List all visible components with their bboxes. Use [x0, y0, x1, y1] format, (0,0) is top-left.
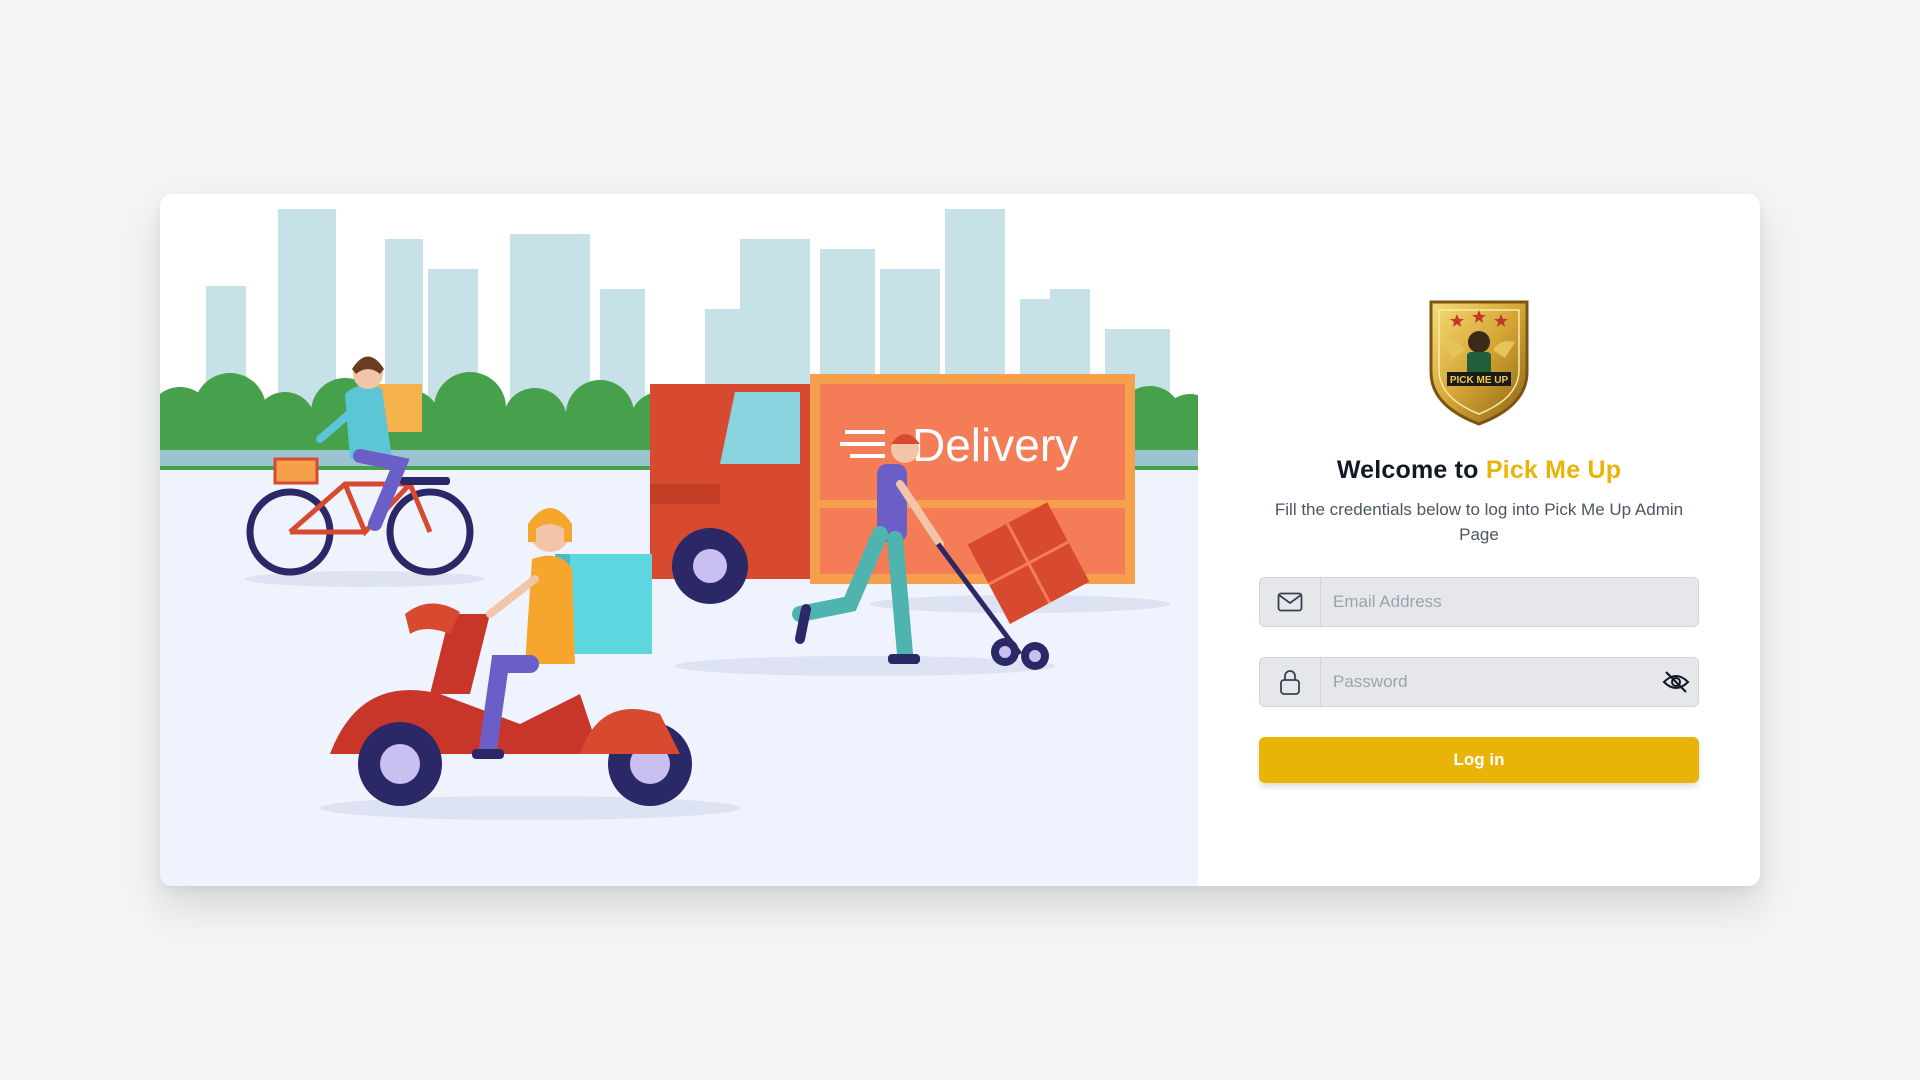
- logo-text: PICK ME UP: [1450, 375, 1509, 386]
- email-input[interactable]: [1321, 578, 1698, 626]
- welcome-heading: Welcome to Pick Me Up: [1337, 456, 1621, 485]
- mail-icon: [1260, 578, 1321, 626]
- eye-off-icon[interactable]: [1654, 658, 1698, 706]
- delivery-illustration: Delivery: [160, 194, 1198, 886]
- login-card: Delivery PICK ME UP Welcome to Pick Me U…: [160, 194, 1760, 886]
- welcome-prefix: Welcome to: [1336, 456, 1486, 484]
- password-input[interactable]: [1321, 658, 1654, 706]
- password-field: [1259, 657, 1699, 707]
- welcome-brand: Pick Me Up: [1485, 456, 1622, 484]
- email-field: [1259, 577, 1699, 627]
- login-panel: PICK ME UP Welcome to Pick Me Up Fill th…: [1198, 194, 1760, 886]
- welcome-subtitle: Fill the credentials below to log into P…: [1274, 500, 1684, 544]
- truck-delivery-text: Delivery: [912, 419, 1078, 471]
- pick-me-up-logo: PICK ME UP: [1423, 294, 1535, 426]
- login-button[interactable]: Log in: [1259, 737, 1699, 783]
- lock-icon: [1260, 658, 1321, 706]
